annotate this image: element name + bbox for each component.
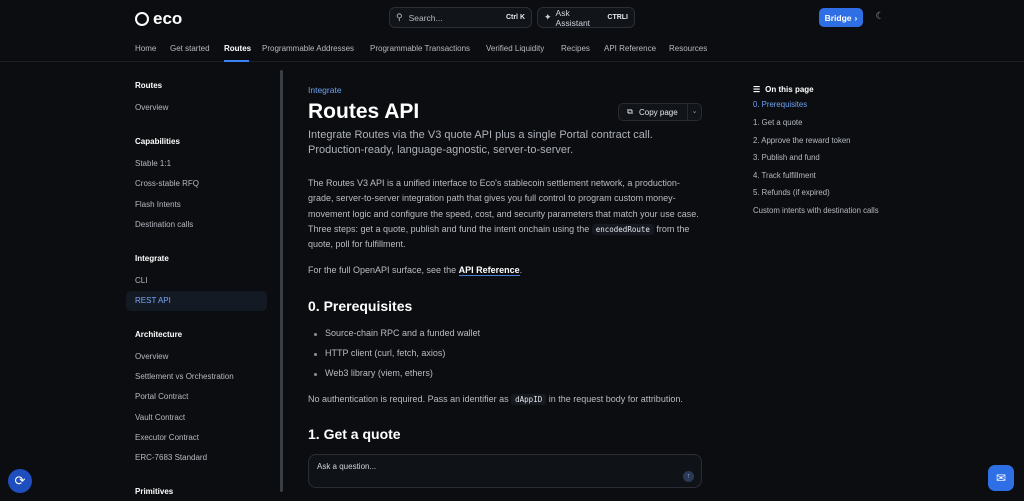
chevron-right-icon: ›: [854, 12, 858, 23]
ask-assistant-button[interactable]: ✦ Ask Assistant CTRLI: [537, 7, 635, 28]
tab-verified-liquidity[interactable]: Verified Liquidity: [486, 44, 544, 53]
copy-page-label: Copy page: [639, 107, 678, 117]
openapi-text-end: .: [519, 265, 523, 275]
breadcrumb[interactable]: Integrate: [308, 85, 342, 95]
list-item: HTTP client (curl, fetch, axios): [313, 348, 446, 358]
sidebar-item-overview[interactable]: Overview: [135, 103, 168, 112]
tab-programmable-transactions[interactable]: Programmable Transactions: [370, 44, 470, 53]
logo-mark-icon: [135, 12, 149, 26]
toc-item-refunds[interactable]: 5. Refunds (if expired): [753, 188, 830, 197]
toc-item-prerequisites[interactable]: 0. Prerequisites: [753, 100, 807, 109]
sidebar-item-erc-7683[interactable]: ERC-7683 Standard: [135, 453, 207, 462]
toc-item-get-quote[interactable]: 1. Get a quote: [753, 118, 802, 127]
ask-question-input[interactable]: Ask a question... ↑: [308, 454, 702, 488]
auth-text: No authentication is required. Pass an i…: [308, 394, 509, 404]
sidebar-item-stable[interactable]: Stable 1:1: [135, 159, 171, 168]
bridge-label: Bridge: [824, 12, 852, 23]
ask-placeholder: Ask a question...: [317, 462, 377, 471]
toc-list-icon: ☰: [753, 85, 761, 94]
sidebar-item-destination-calls[interactable]: Destination calls: [135, 220, 193, 229]
chat-icon[interactable]: ✉: [988, 465, 1014, 491]
auth-code: dAppID: [511, 394, 547, 405]
section-prerequisites-heading: 0. Prerequisites: [308, 298, 413, 314]
list-item: Source-chain RPC and a funded wallet: [313, 328, 481, 338]
bridge-button[interactable]: Bridge ›: [819, 8, 863, 27]
sidebar-item-portal-contract[interactable]: Portal Contract: [135, 392, 188, 401]
search-shortcut: Ctrl K: [505, 14, 525, 21]
sparkle-icon: ✦: [544, 12, 552, 22]
assistant-shortcut: CTRLI: [607, 14, 628, 21]
sidebar-scrollbar[interactable]: [280, 70, 283, 492]
copy-page-button[interactable]: ⧉ Copy page ⌄: [618, 103, 702, 121]
send-arrow-icon[interactable]: ↑: [683, 471, 694, 482]
page-description: Integrate Routes via the V3 quote API pl…: [308, 129, 653, 156]
logo-text: eco: [153, 9, 183, 28]
sidebar-item-rest-api[interactable]: REST API: [135, 296, 171, 305]
toc-item-track[interactable]: 4. Track fulfillment: [753, 171, 816, 180]
sidebar-item-executor-contract[interactable]: Executor Contract: [135, 433, 199, 442]
sidebar-heading-capabilities: Capabilities: [135, 137, 180, 146]
tab-recipes[interactable]: Recipes: [561, 44, 590, 53]
toc-item-custom-intents[interactable]: Custom intents with destination calls: [753, 206, 879, 215]
sidebar-item-architecture-overview[interactable]: Overview: [135, 352, 168, 361]
sidebar-item-cli[interactable]: CLI: [135, 276, 147, 285]
cookie-settings-icon[interactable]: ⟳: [8, 469, 32, 493]
search-icon: ⚲: [396, 12, 403, 22]
chevron-down-icon[interactable]: ⌄: [687, 104, 701, 120]
sidebar-heading-architecture: Architecture: [135, 330, 183, 339]
assistant-label: Ask Assistant: [555, 7, 591, 28]
sidebar-heading-primitives: Primitives: [135, 487, 174, 496]
sidebar-item-flash-intents[interactable]: Flash Intents: [135, 200, 181, 209]
toc-heading: ☰ On this page: [753, 85, 814, 94]
auth-text-end: in the request body for attribution.: [548, 394, 683, 404]
top-bar: eco ⚲ Search... Ctrl K ✦ Ask Assistant C…: [0, 0, 1024, 36]
page-title: Routes API: [308, 100, 420, 123]
moon-icon[interactable]: ☾: [874, 11, 886, 23]
openapi-text: For the full OpenAPI surface, see the: [308, 265, 457, 275]
sidebar-heading-integrate: Integrate: [135, 254, 169, 263]
eco-logo[interactable]: eco: [135, 9, 182, 29]
api-reference-link[interactable]: API Reference: [458, 265, 520, 276]
intro-code: encodedRoute: [591, 223, 654, 235]
top-nav: Home Get started Routes Programmable Add…: [0, 36, 1024, 62]
auth-paragraph: No authentication is required. Pass an i…: [308, 392, 703, 407]
tab-get-started[interactable]: Get started: [170, 44, 210, 53]
intro-paragraph: The Routes V3 API is a unified interface…: [308, 176, 703, 252]
tab-routes[interactable]: Routes: [224, 44, 251, 53]
sidebar-item-vault-contract[interactable]: Vault Contract: [135, 413, 185, 422]
tab-api-reference[interactable]: API Reference: [604, 44, 656, 53]
list-item: Web3 library (viem, ethers): [314, 368, 433, 378]
openapi-paragraph: For the full OpenAPI surface, see the AP…: [308, 263, 703, 278]
toc-heading-label: On this page: [765, 85, 814, 94]
copy-icon: ⧉: [627, 107, 633, 116]
toc-item-approve[interactable]: 2. Approve the reward token: [753, 136, 851, 145]
section-get-quote-heading: 1. Get a quote: [308, 426, 401, 442]
sidebar: Routes Overview Capabilities Stable 1:1 …: [126, 62, 281, 501]
search-button[interactable]: ⚲ Search... Ctrl K: [389, 7, 532, 28]
sidebar-heading-routes: Routes: [135, 81, 163, 90]
sidebar-item-settlement[interactable]: Settlement vs Orchestration: [135, 372, 234, 381]
search-placeholder: Search...: [408, 12, 443, 23]
toc-item-publish[interactable]: 3. Publish and fund: [753, 153, 820, 162]
tab-home[interactable]: Home: [135, 44, 156, 53]
tab-resources[interactable]: Resources: [669, 44, 707, 53]
tab-programmable-addresses[interactable]: Programmable Addresses: [262, 44, 354, 53]
sidebar-item-cross-stable-rfq[interactable]: Cross-stable RFQ: [135, 179, 199, 188]
